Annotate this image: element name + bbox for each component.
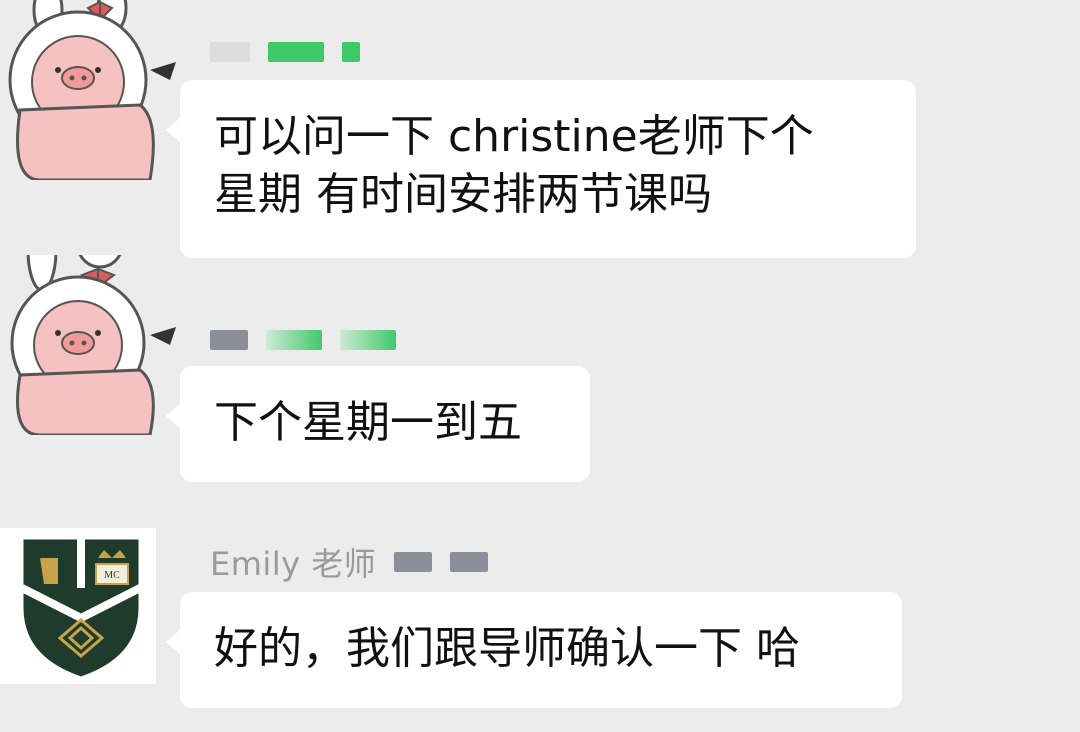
message-text: 下个星期一到五 — [214, 397, 522, 448]
sender-avatar[interactable] — [0, 0, 180, 180]
redaction-block — [394, 552, 433, 572]
message-text: 星期 有时间安排两节课吗 — [214, 169, 712, 220]
message-bubble[interactable]: 好的，我们跟导师确认一下 哈 — [166, 592, 902, 708]
redaction-block — [266, 330, 322, 350]
sender-name-redacted — [210, 328, 396, 352]
school-crest-avatar-icon: MC — [0, 528, 156, 684]
sender-name-row: Emily 老师 — [210, 545, 489, 583]
redaction-block — [342, 42, 360, 62]
message-text: 可以问一下 christine老师下个 — [214, 111, 814, 162]
sender-avatar[interactable] — [0, 255, 180, 435]
bunny-pig-avatar-icon — [0, 255, 180, 435]
sender-avatar[interactable]: MC — [0, 528, 156, 684]
redaction-block — [210, 330, 248, 350]
redaction-block — [450, 552, 489, 572]
bunny-pig-avatar-icon — [0, 0, 180, 180]
svg-text:MC: MC — [104, 570, 120, 581]
message-bubble[interactable]: 可以问一下 christine老师下个 星期 有时间安排两节课吗 — [166, 80, 916, 258]
message-text: 好的，我们跟导师确认一下 哈 — [214, 623, 800, 674]
sender-name[interactable]: Emily 老师 — [210, 539, 376, 585]
sender-name-redacted — [210, 40, 360, 64]
message-bubble[interactable]: 下个星期一到五 — [166, 366, 590, 482]
redaction-block — [268, 42, 324, 62]
redaction-block — [340, 330, 396, 350]
redaction-block — [210, 42, 250, 62]
chat-view: 可以问一下 christine老师下个 星期 有时间安排两节课吗 下个星期一到五 — [0, 0, 1080, 732]
